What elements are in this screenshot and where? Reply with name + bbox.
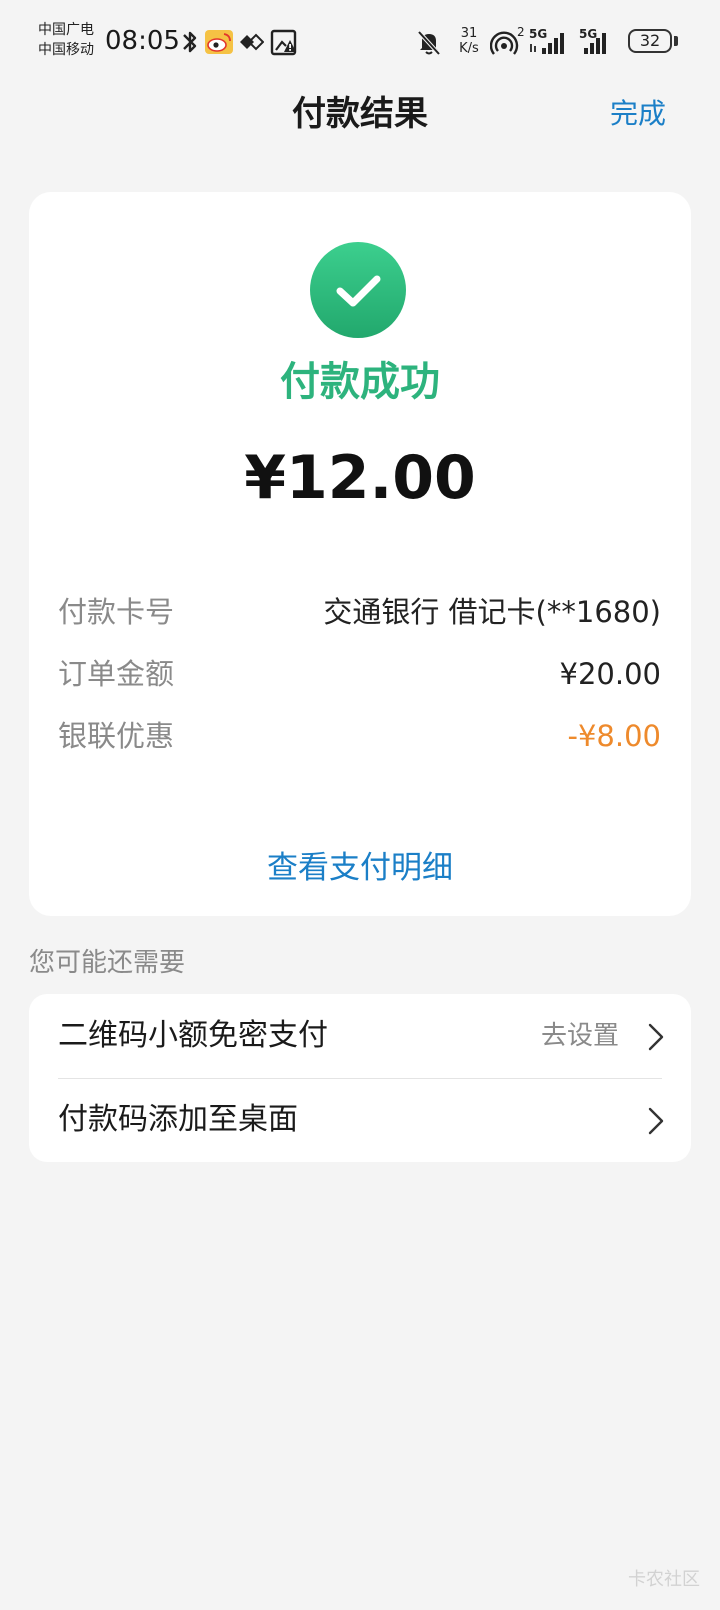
battery-icon: 32 [628, 29, 672, 53]
suggestion-action: 去设置 [540, 1021, 619, 1051]
detail-label: 订单金额 [58, 657, 175, 691]
suggestions-card: 二维码小额免密支付 去设置 付款码添加至桌面 [29, 994, 691, 1162]
signal-5g-icon: 5G [529, 27, 564, 54]
net-speed-unit: K/s [459, 41, 479, 56]
watermark: 卡农社区 [628, 1569, 700, 1590]
mute-bell-icon [417, 30, 441, 56]
signal-2-label: 5G [579, 27, 597, 41]
payment-result-card: 付款成功 ¥12.00 付款卡号 交通银行 借记卡(**1680) 订单金额 ¥… [29, 192, 691, 916]
view-payment-details-link[interactable]: 查看支付明细 [29, 846, 691, 890]
status-time: 08:05 [105, 26, 180, 56]
signal-5g-icon: 5G [579, 27, 606, 54]
hotspot-count: 2 [517, 25, 525, 39]
payment-amount: ¥12.00 [244, 443, 476, 513]
suggestion-qr-passwordless[interactable]: 二维码小额免密支付 去设置 [29, 994, 691, 1078]
network-speed: 31 K/s [452, 26, 486, 56]
detail-row-card: 付款卡号 交通银行 借记卡(**1680) [58, 590, 661, 634]
done-button[interactable]: 完成 [610, 92, 666, 136]
diamond-app-icon [240, 33, 264, 51]
net-speed-value: 31 [460, 26, 478, 41]
carrier-1: 中国广电 [38, 22, 94, 38]
carrier-labels: 中国广电 中国移动 [38, 20, 94, 60]
detail-label: 银联优惠 [58, 719, 175, 753]
battery-tip [674, 36, 678, 46]
detail-label: 付款卡号 [58, 595, 175, 629]
chevron-right-icon [648, 1107, 664, 1135]
discount-value: -¥8.00 [567, 719, 662, 753]
detail-row-discount: 银联优惠 -¥8.00 [58, 714, 661, 758]
suggestion-add-to-desktop[interactable]: 付款码添加至桌面 [29, 1078, 691, 1162]
status-bar: 中国广电 中国移动 08:05 31 K/s 2 5G 5G 32 [0, 0, 720, 84]
suggestion-label: 付款码添加至桌面 [58, 1102, 298, 1137]
chevron-right-icon [648, 1023, 664, 1051]
detail-value: ¥20.00 [559, 657, 661, 691]
suggestions-title: 您可能还需要 [29, 948, 186, 978]
weibo-icon [205, 30, 233, 54]
signal-1-label: 5G [529, 27, 547, 41]
detail-row-order-amount: 订单金额 ¥20.00 [58, 652, 661, 696]
detail-value: 交通银行 借记卡(**1680) [323, 595, 661, 629]
payment-status-text: 付款成功 [280, 359, 440, 405]
success-check-icon [310, 242, 406, 338]
bluetooth-icon [183, 31, 197, 53]
image-alert-icon [270, 29, 297, 56]
carrier-2: 中国移动 [38, 42, 94, 58]
suggestion-label: 二维码小额免密支付 [58, 1018, 328, 1053]
hotspot-icon: 2 [490, 25, 525, 55]
